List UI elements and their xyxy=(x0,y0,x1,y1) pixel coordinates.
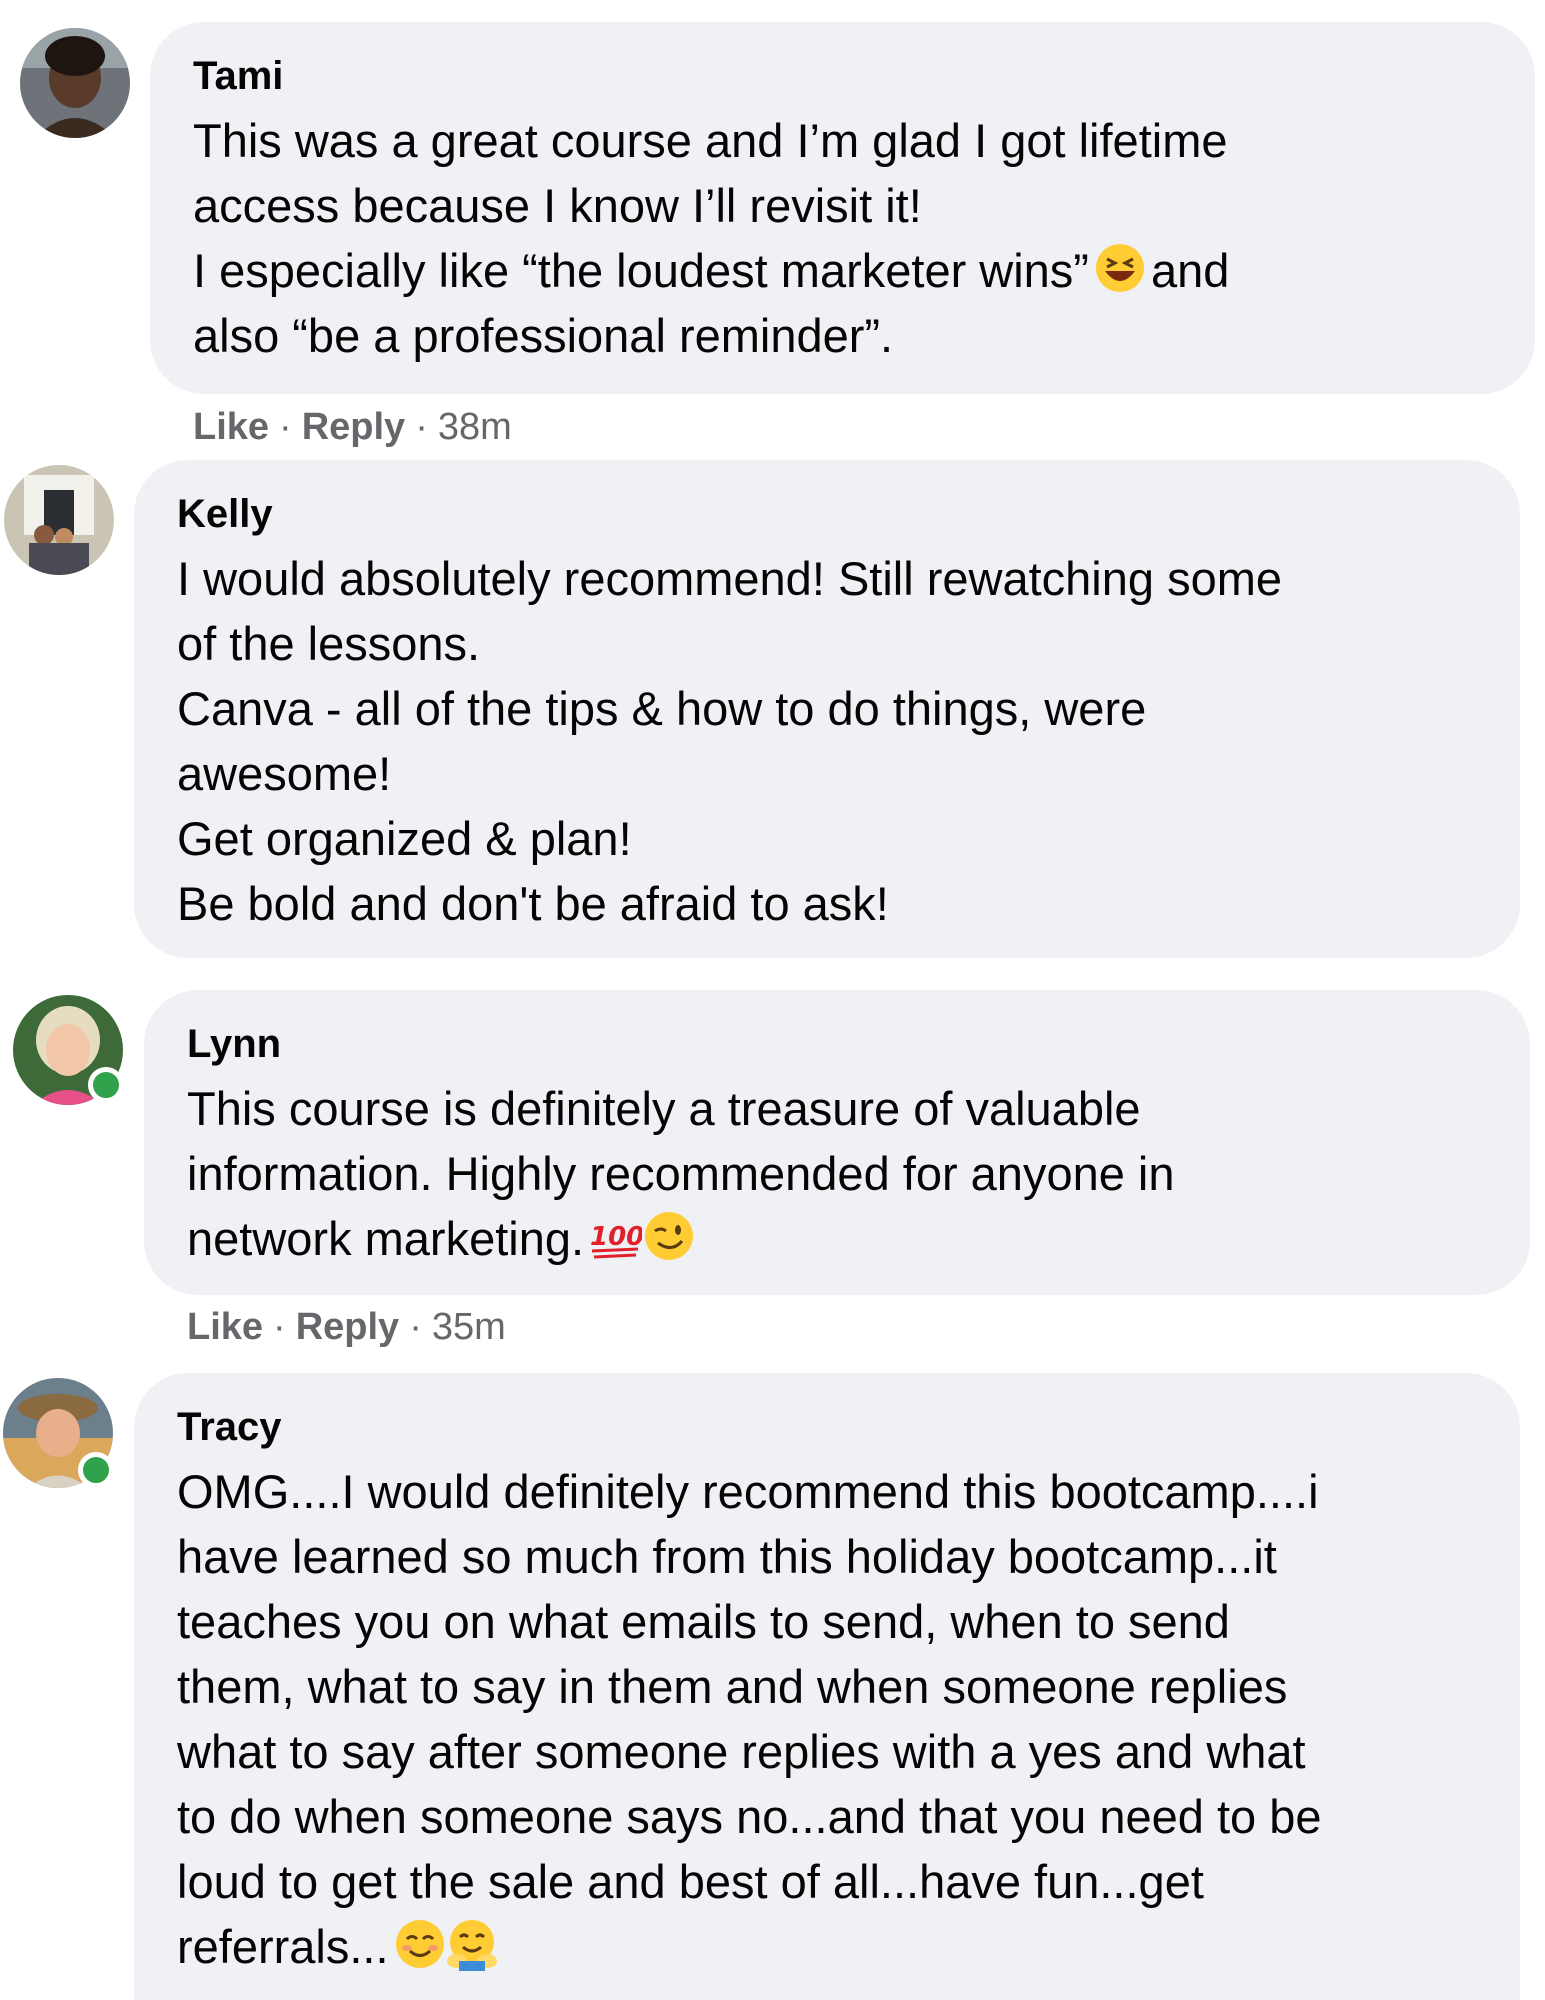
timestamp[interactable]: 38m xyxy=(438,406,512,448)
like-link[interactable]: Like xyxy=(187,1306,263,1348)
comment-bubble: Tracy OMG....I would definitely recommen… xyxy=(134,1373,1520,2000)
comment-bubble: Lynn This course is definitely a treasur… xyxy=(144,990,1530,1295)
comment-bubble: Kelly I would absolutely recommend! Stil… xyxy=(134,460,1520,958)
comment-text: This was a great course and I’m glad I g… xyxy=(193,114,1230,362)
hundred-points-emoji: 100 xyxy=(588,1209,642,1263)
comment-actions: Like · Reply · 35m xyxy=(187,1306,506,1348)
comment-author[interactable]: Lynn xyxy=(187,1016,1490,1072)
like-link[interactable]: Like xyxy=(193,406,269,448)
online-status-indicator xyxy=(78,1452,114,1488)
comment-author[interactable]: Tami xyxy=(193,48,1495,104)
comment-author[interactable]: Tracy xyxy=(177,1399,1480,1455)
comment-text: This course is definitely a treasure of … xyxy=(187,1082,1175,1265)
hugging-emoji xyxy=(445,1917,499,1971)
comment-author[interactable]: Kelly xyxy=(177,486,1480,542)
comment-text: I would absolutely recommend! Still rewa… xyxy=(177,552,1283,930)
reply-link[interactable]: Reply xyxy=(302,406,405,448)
online-status-indicator xyxy=(88,1067,124,1103)
avatar[interactable] xyxy=(20,28,130,138)
smiling-emoji xyxy=(393,1917,447,1971)
laughing-emoji xyxy=(1093,241,1147,295)
comment-bubble: Tami This was a great course and I’m gla… xyxy=(150,22,1535,394)
reply-link[interactable]: Reply xyxy=(296,1306,399,1348)
timestamp[interactable]: 35m xyxy=(432,1306,506,1348)
svg-text:100: 100 xyxy=(590,1222,642,1252)
winking-emoji xyxy=(642,1209,696,1263)
avatar[interactable] xyxy=(4,465,114,575)
comment-actions: Like · Reply · 38m xyxy=(193,406,512,448)
comment-text: OMG....I would definitely recommend this… xyxy=(177,1465,1322,1973)
